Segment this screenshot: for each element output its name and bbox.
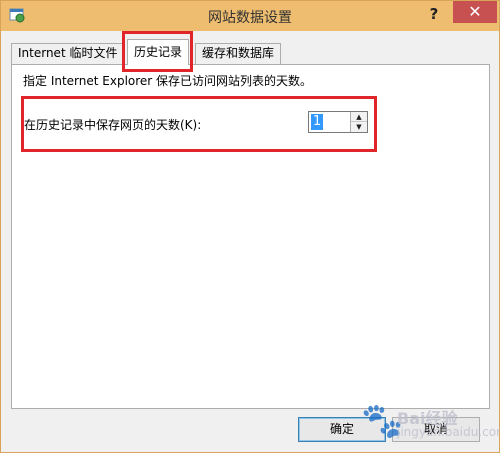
days-to-keep-label: 在历史记录中保存网页的天数(K):	[24, 118, 202, 132]
tab-history[interactable]: 历史记录	[127, 39, 190, 65]
cancel-button[interactable]: 取消	[392, 417, 480, 442]
close-icon: ✕	[468, 2, 482, 21]
help-icon: ?	[429, 5, 439, 23]
help-button[interactable]: ?	[418, 3, 450, 25]
tab-internet-temp-files[interactable]: Internet 临时文件	[11, 43, 125, 64]
title-bar[interactable]: 网站数据设置 ? ✕	[1, 1, 499, 31]
increment-button[interactable]: ▲	[351, 112, 367, 122]
decrement-button[interactable]: ▼	[351, 122, 367, 132]
chevron-up-icon: ▲	[356, 113, 362, 121]
tab-cache-and-databases[interactable]: 缓存和数据库	[195, 43, 282, 64]
history-description: 指定 Internet Explorer 保存已访问网站列表的天数。	[23, 74, 313, 88]
close-button[interactable]: ✕	[453, 1, 497, 23]
days-to-keep-input[interactable]: 1	[311, 114, 324, 130]
stepper-buttons: ▲ ▼	[350, 112, 367, 132]
ok-button[interactable]: 确定	[298, 417, 386, 442]
history-tab-panel: 指定 Internet Explorer 保存已访问网站列表的天数。 在历史记录…	[11, 64, 490, 409]
days-to-keep-stepper[interactable]: 1 ▲ ▼	[308, 111, 368, 133]
chevron-down-icon: ▼	[356, 123, 362, 131]
website-data-settings-dialog: 网站数据设置 ? ✕ Internet 临时文件 历史记录 缓存和数据库 指定 …	[0, 0, 500, 453]
